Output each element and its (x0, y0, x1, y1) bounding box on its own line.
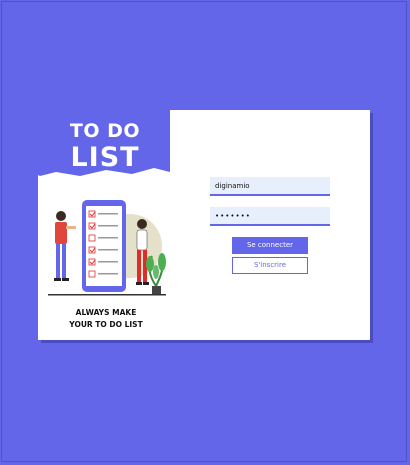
tagline-line2: YOUR TO DO LIST (69, 320, 143, 329)
man-figure (54, 211, 76, 281)
username-input[interactable] (210, 177, 330, 196)
tagline: ALWAYS MAKE YOUR TO DO LIST (48, 307, 164, 331)
tagline-line1: ALWAYS MAKE (75, 308, 137, 317)
ground-line (48, 294, 166, 296)
checklist-phone-illustration (48, 200, 166, 296)
brand-title-line1: TO DO (69, 120, 141, 142)
register-button[interactable]: S'inscrire (232, 257, 308, 274)
brand-title-line2: LIST (70, 142, 140, 173)
brand-title: TO DO LIST (38, 120, 172, 173)
login-card: TO DO LIST ALWAYS MAKE YOUR TO DO LIST d… (36, 110, 370, 340)
brand-panel: TO DO LIST ALWAYS MAKE YOUR TO DO LIST (36, 110, 172, 340)
password-input[interactable] (210, 207, 330, 226)
login-button[interactable]: Se connecter (232, 237, 308, 254)
